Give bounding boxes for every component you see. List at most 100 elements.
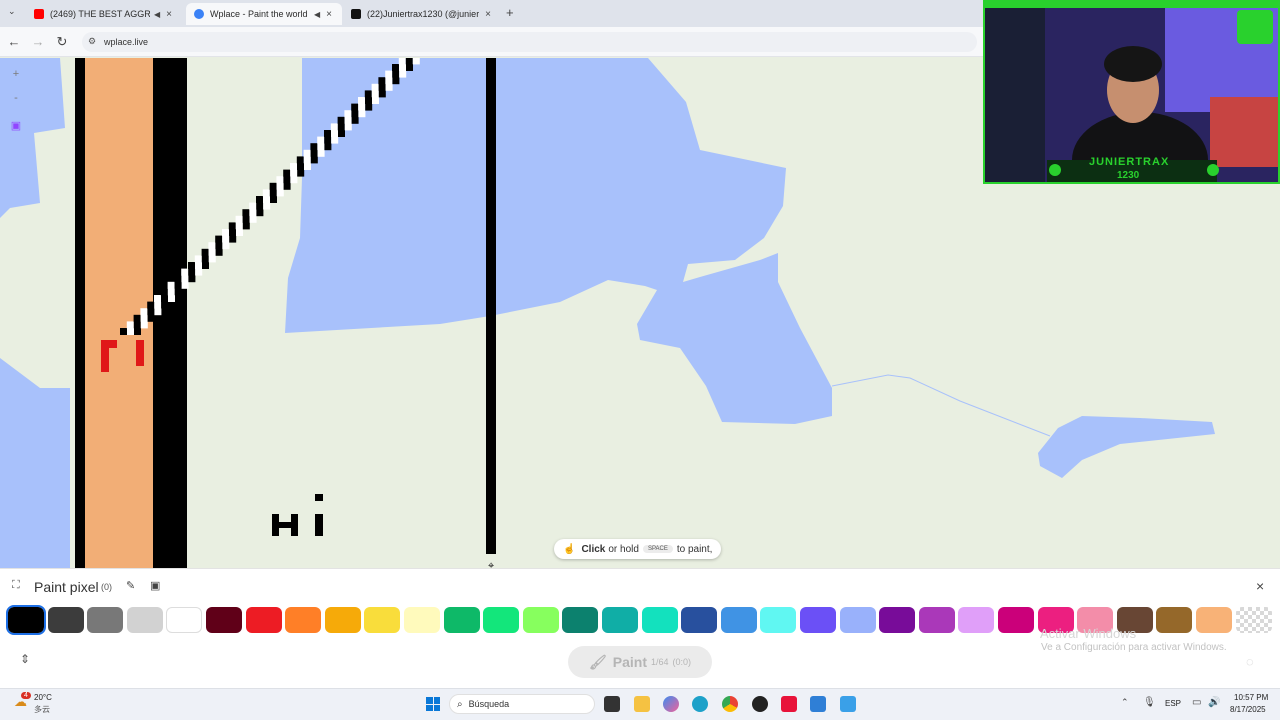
zoom-out-button[interactable]: - <box>8 90 24 106</box>
weather-temp: 20°C <box>34 693 52 702</box>
color-swatch[interactable] <box>800 607 836 633</box>
search-placeholder: Búsqueda <box>468 699 510 709</box>
tab-close-button[interactable]: × <box>326 9 332 20</box>
language-indicator[interactable]: ESP <box>1165 699 1181 708</box>
app-icon[interactable] <box>810 696 826 712</box>
webcam-channel-name: JUNIERTRAX <box>1089 156 1170 168</box>
color-swatch[interactable] <box>47 607 84 633</box>
paint-button-count: 1/64 <box>650 657 669 667</box>
color-swatch[interactable] <box>522 607 559 633</box>
color-swatch[interactable] <box>1156 607 1193 633</box>
color-swatch[interactable] <box>681 607 718 633</box>
color-swatch[interactable] <box>126 607 163 633</box>
color-swatch[interactable] <box>839 607 876 633</box>
brush-icon: 🖌 <box>588 653 607 670</box>
taskbar-search[interactable]: ⌕ Búsqueda <box>449 694 595 714</box>
color-swatch-selected[interactable] <box>6 605 46 635</box>
color-swatch[interactable] <box>918 607 955 633</box>
color-swatch[interactable] <box>760 607 797 633</box>
color-swatch[interactable] <box>998 607 1034 633</box>
paint-hint: ☝ Click or hold SPACE to paint, <box>554 539 722 559</box>
paint-button[interactable]: 🖌 Paint 1/64 (0:0) <box>568 646 712 678</box>
collapse-toggle-icon[interactable]: ⇕ <box>20 652 30 666</box>
photos-icon[interactable] <box>840 696 856 712</box>
canvas-text-hi <box>272 494 323 536</box>
weather-badge: 4 <box>21 692 31 699</box>
tab-search-chevron-icon[interactable]: ⌄ <box>8 6 16 17</box>
clock-time[interactable]: 10:57 PM <box>1234 693 1268 702</box>
webcam-svg <box>985 2 1278 182</box>
clock-date[interactable]: 8/17/2025 <box>1230 705 1266 714</box>
color-swatch[interactable] <box>364 607 401 633</box>
network-icon[interactable]: ▭ <box>1192 697 1201 708</box>
pixel-count: (0) <box>101 582 112 592</box>
color-swatch[interactable] <box>245 607 282 633</box>
water-lake <box>285 58 832 424</box>
color-swatch[interactable] <box>641 607 678 633</box>
color-swatch[interactable] <box>1235 607 1272 633</box>
expand-icon[interactable]: ⛶ <box>12 579 20 592</box>
task-view-icon[interactable] <box>604 696 620 712</box>
person-hair <box>1104 46 1162 82</box>
chrome-icon[interactable] <box>722 696 738 712</box>
obs-icon[interactable] <box>752 696 768 712</box>
zoom-in-button[interactable]: + <box>8 66 24 82</box>
webcam-overlay: JUNIERTRAX 1230 <box>983 0 1280 184</box>
color-swatch[interactable] <box>166 607 203 633</box>
red-mark-top <box>101 340 117 348</box>
tab-tiktok[interactable]: (22)Juniertrax1230 (@juniertra × <box>343 3 499 25</box>
tab-youtube[interactable]: (2469) THE BEST AGGRESSIVE ◀ × <box>26 3 184 25</box>
address-bar[interactable]: ⚙ wplace.live <box>82 32 977 52</box>
speaker-icon[interactable]: ◀ <box>154 10 160 19</box>
color-swatch[interactable] <box>958 607 995 633</box>
hint-key: SPACE <box>642 545 673 553</box>
tab-close-button[interactable]: × <box>485 9 491 20</box>
color-swatch[interactable] <box>602 607 638 633</box>
color-swatch[interactable] <box>562 607 599 633</box>
color-swatch[interactable] <box>285 607 322 633</box>
color-swatch[interactable] <box>443 607 480 633</box>
eraser-icon[interactable]: ◌ <box>1246 654 1254 669</box>
close-panel-button[interactable]: × <box>1256 578 1264 594</box>
weather-desc: 多云 <box>34 705 50 714</box>
search-icon: ⌕ <box>457 698 463 710</box>
color-swatch[interactable] <box>879 607 916 633</box>
twitch-icon[interactable]: ▣ <box>8 118 24 134</box>
reload-icon[interactable]: ↻ <box>54 34 70 50</box>
water-right-lake <box>1038 416 1215 478</box>
tab-close-button[interactable]: × <box>166 9 172 20</box>
site-info-icon[interactable]: ⚙ <box>88 36 96 47</box>
chevron-up-icon[interactable]: ⌃ <box>1121 697 1129 708</box>
tiktok-app-icon[interactable] <box>781 696 797 712</box>
color-swatch[interactable] <box>404 607 440 633</box>
river-line <box>831 374 1051 437</box>
color-swatch[interactable] <box>87 607 124 633</box>
file-explorer-icon[interactable] <box>634 696 650 712</box>
forward-icon[interactable]: → <box>30 34 46 49</box>
color-swatch[interactable] <box>206 607 242 633</box>
hand-icon: ☝ <box>563 543 576 555</box>
red-mark-right <box>136 340 144 366</box>
microphone-icon[interactable]: 🎙 <box>1143 697 1156 708</box>
windows-start-icon[interactable] <box>426 697 440 711</box>
hint-or-hold: or hold <box>608 543 639 555</box>
color-swatch[interactable] <box>1196 607 1232 633</box>
webcam-channel-id: 1230 <box>1117 170 1140 181</box>
speaker-icon[interactable]: ◀ <box>314 10 320 19</box>
red-mark-left <box>101 344 109 372</box>
color-swatch[interactable] <box>720 607 757 633</box>
pencil-icon[interactable]: ✎ <box>126 579 135 592</box>
color-swatch[interactable] <box>324 607 361 633</box>
image-icon[interactable]: ▣ <box>150 579 160 592</box>
new-tab-button[interactable]: + <box>506 5 514 20</box>
tab-wplace[interactable]: Wplace - Paint the world ◀ × <box>186 3 342 25</box>
volume-icon[interactable]: 🔊 <box>1208 697 1220 708</box>
youtube-icon <box>34 9 44 19</box>
windows-watermark-subtitle: Ve a Configuración para activar Windows. <box>1041 642 1227 653</box>
back-icon[interactable]: ← <box>6 34 22 49</box>
hint-click: Click <box>581 543 606 555</box>
paint-button-label: Paint <box>612 654 647 670</box>
copilot-icon[interactable] <box>663 696 679 712</box>
color-swatch[interactable] <box>483 607 520 633</box>
edge-icon[interactable] <box>692 696 708 712</box>
